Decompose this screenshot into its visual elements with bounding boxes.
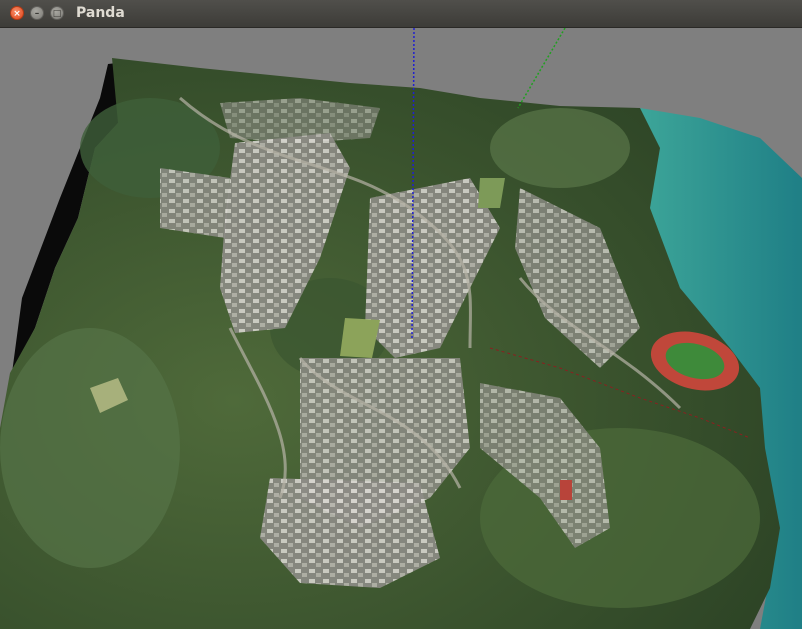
y-axis-line — [517, 28, 566, 109]
window-title: Panda — [76, 5, 125, 21]
close-button[interactable]: × — [10, 6, 24, 20]
minimize-button[interactable]: – — [30, 6, 44, 20]
maximize-button[interactable]: □ — [50, 6, 64, 20]
terrain-render — [0, 28, 802, 629]
minimize-icon: – — [34, 9, 40, 19]
app-window: × – □ Panda — [0, 0, 802, 629]
maximize-icon: □ — [52, 9, 62, 19]
tennis-court — [560, 480, 572, 500]
3d-viewport[interactable] — [0, 28, 802, 629]
residential-block-west — [160, 168, 230, 238]
title-bar[interactable]: × – □ Panda — [0, 0, 802, 28]
close-icon: × — [13, 9, 21, 19]
